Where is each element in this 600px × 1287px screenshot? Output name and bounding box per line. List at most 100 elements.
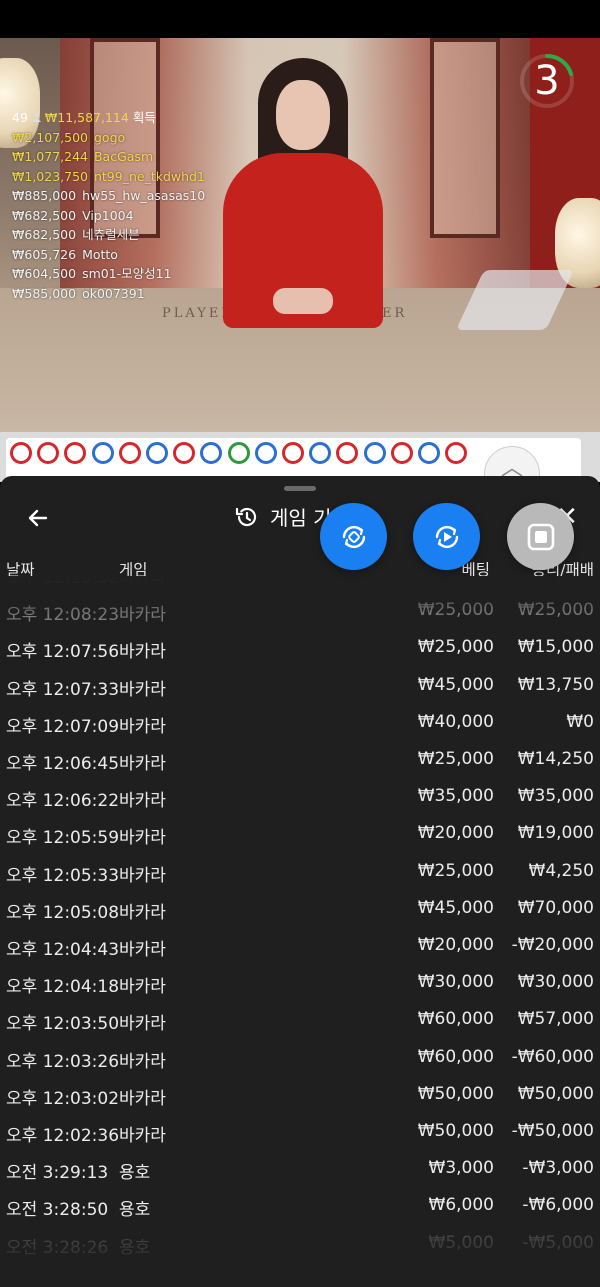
road-bead <box>418 442 440 464</box>
winner-amount: ₩682,500 <box>12 227 77 242</box>
history-row[interactable]: 오전 3:28:26 용호 ₩5,000 -₩5,000 <box>0 1224 600 1261</box>
history-row[interactable]: 오후 12:07:33 바카라 ₩45,000 ₩13,750 <box>0 666 600 703</box>
row-bet: ₩45,000 <box>417 674 494 695</box>
winner-amount: ₩1,023,750 <box>12 168 88 184</box>
winners-total: ₩11,587,114 <box>44 110 129 125</box>
row-result: ₩57,000 <box>517 1009 594 1030</box>
row-game: 바카라 <box>119 1014 166 1035</box>
history-row[interactable]: 오후 12:07:09 바카라 ₩40,000 ₩0 <box>0 703 600 740</box>
row-bet: ₩35,000 <box>417 786 494 807</box>
history-row[interactable]: 오후 12:07:56 바카라 ₩25,000 ₩15,000 <box>0 628 600 665</box>
winner-row: ₩682,500 네츄럴세븐 <box>12 225 205 245</box>
winner-amount: ₩605,726 <box>12 246 77 262</box>
row-date: 오후 12:03:50 <box>6 1014 120 1035</box>
row-result: -₩60,000 <box>511 1046 594 1067</box>
row-result: ₩19,000 <box>517 823 594 844</box>
row-bet: ₩50,000 <box>418 576 494 583</box>
row-bet: ₩45,000 <box>417 897 494 918</box>
winner-name: Vip1004 <box>82 207 134 223</box>
history-row[interactable]: 오후 12:03:02 바카라 ₩50,000 ₩50,000 <box>0 1075 600 1112</box>
row-result: -₩3,000 <box>522 1158 594 1179</box>
winners-total-suffix: 획득 <box>132 110 156 125</box>
countdown-timer: 3 <box>518 52 576 110</box>
winner-name: ok007391 <box>82 285 145 301</box>
row-result: -₩6,000 <box>522 1195 594 1216</box>
history-row[interactable]: 오후 12:05:59 바카라 ₩20,000 ₩19,000 <box>0 814 600 851</box>
row-game: 바카라 <box>119 679 166 700</box>
history-row[interactable]: 오후 12:10:32바카라 ₩50,000 ₩50,000 <box>0 576 600 591</box>
row-result: ₩13,750 <box>517 674 594 695</box>
row-result: -₩50,000 <box>511 1121 594 1141</box>
row-game: 바카라 <box>119 1051 166 1072</box>
row-date: 오후 12:04:18 <box>6 977 120 998</box>
row-game: 바카라 <box>119 716 166 737</box>
row-date: 오후 12:07:56 <box>6 642 120 663</box>
dealer <box>218 58 388 328</box>
row-bet: ₩50,000 <box>417 1121 494 1141</box>
history-row[interactable]: 오후 12:03:26 바카라 ₩60,000 -₩60,000 <box>0 1038 600 1075</box>
winner-amount: ₩682,500 <box>12 207 77 223</box>
rotate-link-button[interactable] <box>320 503 387 570</box>
row-result: ₩70,000 <box>517 897 594 918</box>
row-date: 오전 3:28:50 <box>6 1200 109 1221</box>
winner-row: ₩1,077,244 BacGasm <box>12 147 205 167</box>
row-game: 바카라 <box>119 940 166 960</box>
row-date: 오후 12:03:26 <box>6 1051 120 1072</box>
person-icon <box>31 108 41 128</box>
winner-name: nt99_ne_tkdwhd1 <box>93 168 205 184</box>
row-bet: ₩40,000 <box>417 711 494 732</box>
winner-name: Motto <box>82 246 118 262</box>
winner-name: gogo <box>93 129 126 145</box>
row-date: 오후 12:02:36 <box>6 1126 120 1146</box>
road-bead <box>118 442 141 464</box>
road-bead <box>363 442 386 464</box>
history-row[interactable]: 오후 12:05:08 바카라 ₩45,000 ₩70,000 <box>0 889 600 926</box>
row-date: 오전 3:29:13 <box>6 1163 109 1184</box>
history-row[interactable]: 오후 12:05:33 바카라 ₩25,000 ₩4,250 <box>0 852 600 889</box>
row-date: 오후 12:05:59 <box>6 828 120 849</box>
row-date: 오후 12:05:33 <box>6 865 120 886</box>
row-game: 바카라 <box>119 865 166 886</box>
history-row[interactable]: 오전 3:28:50 용호 ₩6,000 -₩6,000 <box>0 1186 600 1223</box>
winner-amount: ₩1,077,244 <box>12 149 88 164</box>
history-row[interactable]: 오전 3:29:13 용호 ₩3,000 -₩3,000 <box>0 1149 600 1186</box>
row-game: 바카라 <box>119 828 166 849</box>
winner-amount: ₩604,500 <box>12 266 77 281</box>
panel-title: 게임 기 <box>234 502 332 531</box>
stop-button[interactable] <box>507 503 574 570</box>
arrow-left-icon <box>28 509 48 527</box>
history-list[interactable]: 오후 12:10:32바카라₩50,000₩50,000오후 12:08:23바… <box>0 576 600 1276</box>
row-date: 오후 12:08:23 <box>6 605 120 626</box>
row-result: ₩14,250 <box>517 749 594 769</box>
row-result: ₩15,000 <box>517 637 594 658</box>
winner-amount: ₩2,107,500 <box>12 129 88 145</box>
row-result: ₩4,250 <box>528 860 594 881</box>
history-row[interactable]: 오후 12:03:50 바카라 ₩60,000 ₩57,000 <box>0 1000 600 1037</box>
row-date: 오후 12:06:45 <box>6 754 120 774</box>
row-bet: ₩50,000 <box>417 1083 494 1104</box>
game-history-panel: 게임 기 ✕ 날짜 게임 베팅 승리/패배 오후 12:10:32바카라₩50,… <box>0 476 600 1287</box>
sheet-grabber[interactable] <box>284 486 316 491</box>
winners-header: 49 ₩11,587,114 획득 <box>12 108 205 128</box>
row-bet: ₩20,000 <box>417 823 494 844</box>
history-row[interactable]: 오후 12:06:45 바카라 ₩25,000 ₩14,250 <box>0 740 600 777</box>
history-row[interactable]: 오후 12:06:22 바카라 ₩35,000 ₩35,000 <box>0 777 600 814</box>
history-row[interactable]: 오후 12:04:18 바카라 ₩30,000 ₩30,000 <box>0 963 600 1000</box>
history-row[interactable]: 오후 12:02:36 바카라 ₩50,000 -₩50,000 <box>0 1112 600 1149</box>
row-date: 오후 12:04:43 <box>6 940 120 960</box>
road-bead <box>254 442 277 464</box>
row-date: 오후 12:05:08 <box>6 902 120 923</box>
row-bet: ₩20,000 <box>417 935 494 955</box>
rotate-play-button[interactable] <box>413 503 480 570</box>
row-game: 바카라 <box>119 605 166 626</box>
back-button[interactable] <box>20 500 56 536</box>
winner-row: ₩1,023,750 nt99_ne_tkdwhd1 <box>12 167 205 187</box>
winner-amount: ₩585,000 <box>12 285 77 301</box>
row-date: 오후 12:07:33 <box>6 679 120 700</box>
history-row[interactable]: 오후 12:04:43 바카라 ₩20,000 -₩20,000 <box>0 926 600 963</box>
row-date: 오후 12:06:22 <box>6 791 120 812</box>
history-row[interactable]: 오후 12:08:23 바카라 ₩25,000 ₩25,000 <box>0 591 600 628</box>
winner-row: ₩604,500 sm01-모양성11 <box>12 264 205 284</box>
rotate-link-icon <box>342 525 365 548</box>
winners-list: 49 ₩11,587,114 획득 ₩2,107,500 gogo ₩1,077,2… <box>12 108 205 303</box>
